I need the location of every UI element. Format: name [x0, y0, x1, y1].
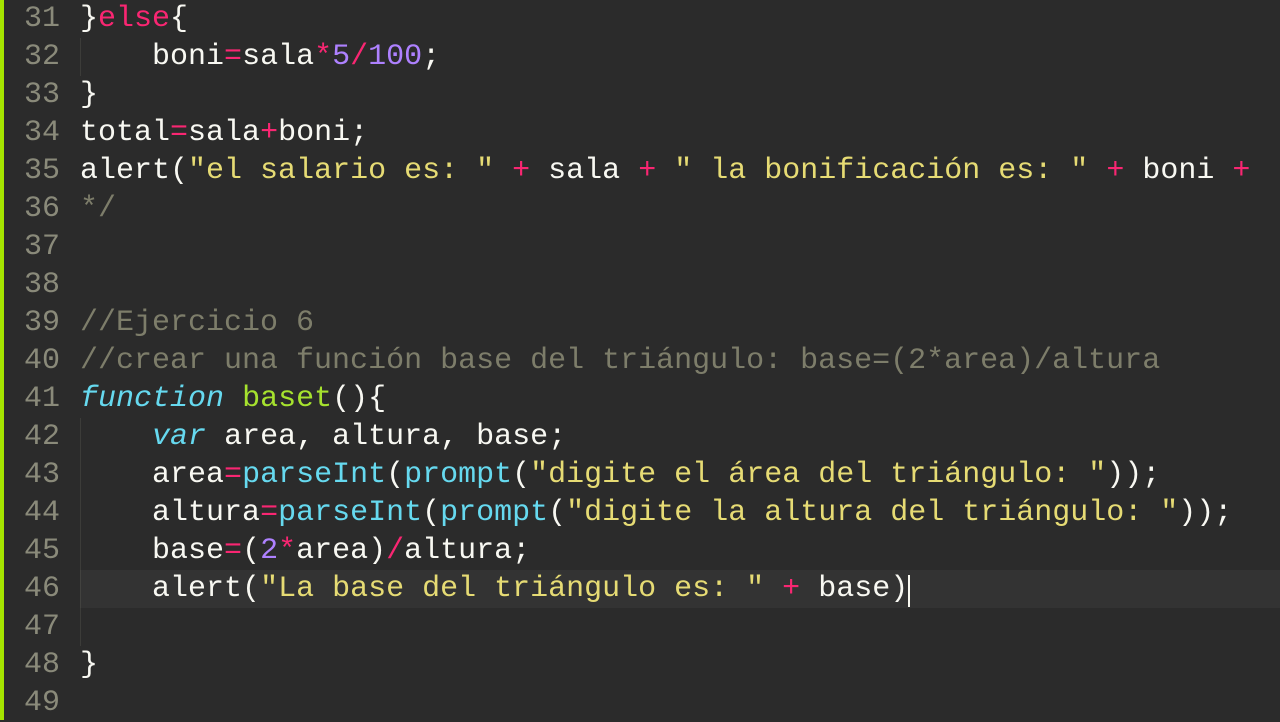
line-number: 41 — [24, 380, 60, 418]
line-number: 48 — [24, 646, 60, 684]
line-number: 40 — [24, 342, 60, 380]
line-number: 31 — [24, 0, 60, 38]
code-line[interactable]: altura=parseInt(prompt("digite la altura… — [80, 494, 1280, 532]
code-line[interactable]: boni=sala*5/100; — [80, 38, 1280, 76]
line-number: 33 — [24, 76, 60, 114]
line-number: 36 — [24, 190, 60, 228]
line-number: 37 — [24, 228, 60, 266]
line-number: 45 — [24, 532, 60, 570]
code-area[interactable]: }else{ boni=sala*5/100;}total=sala+boni;… — [78, 0, 1280, 720]
line-number: 42 — [24, 418, 60, 456]
line-number: 49 — [24, 684, 60, 722]
code-line[interactable] — [80, 228, 1280, 266]
line-number: 38 — [24, 266, 60, 304]
code-line[interactable]: //Ejercicio 6 — [80, 304, 1280, 342]
line-number: 35 — [24, 152, 60, 190]
code-editor[interactable]: 31323334353637383940414243444546474849 }… — [0, 0, 1280, 720]
code-line[interactable]: area=parseInt(prompt("digite el área del… — [80, 456, 1280, 494]
line-number: 32 — [24, 38, 60, 76]
code-line[interactable]: function baset(){ — [80, 380, 1280, 418]
code-line[interactable] — [80, 266, 1280, 304]
line-number: 46 — [24, 570, 60, 608]
code-line[interactable]: } — [80, 76, 1280, 114]
code-line[interactable]: */ — [80, 190, 1280, 228]
code-line[interactable]: }else{ — [80, 0, 1280, 38]
line-number: 43 — [24, 456, 60, 494]
line-number: 47 — [24, 608, 60, 646]
line-number: 44 — [24, 494, 60, 532]
code-line[interactable]: base=(2*area)/altura; — [80, 532, 1280, 570]
code-line[interactable] — [80, 684, 1280, 722]
code-line[interactable] — [80, 608, 1280, 646]
line-number: 34 — [24, 114, 60, 152]
code-line[interactable]: } — [80, 646, 1280, 684]
code-line[interactable]: total=sala+boni; — [80, 114, 1280, 152]
line-number-gutter: 31323334353637383940414243444546474849 — [4, 0, 78, 720]
line-number: 39 — [24, 304, 60, 342]
code-line[interactable]: var area, altura, base; — [80, 418, 1280, 456]
code-line[interactable]: alert("el salario es: " + sala + " la bo… — [80, 152, 1280, 190]
code-line[interactable]: alert("La base del triángulo es: " + bas… — [80, 570, 1280, 608]
code-line[interactable]: //crear una función base del triángulo: … — [80, 342, 1280, 380]
